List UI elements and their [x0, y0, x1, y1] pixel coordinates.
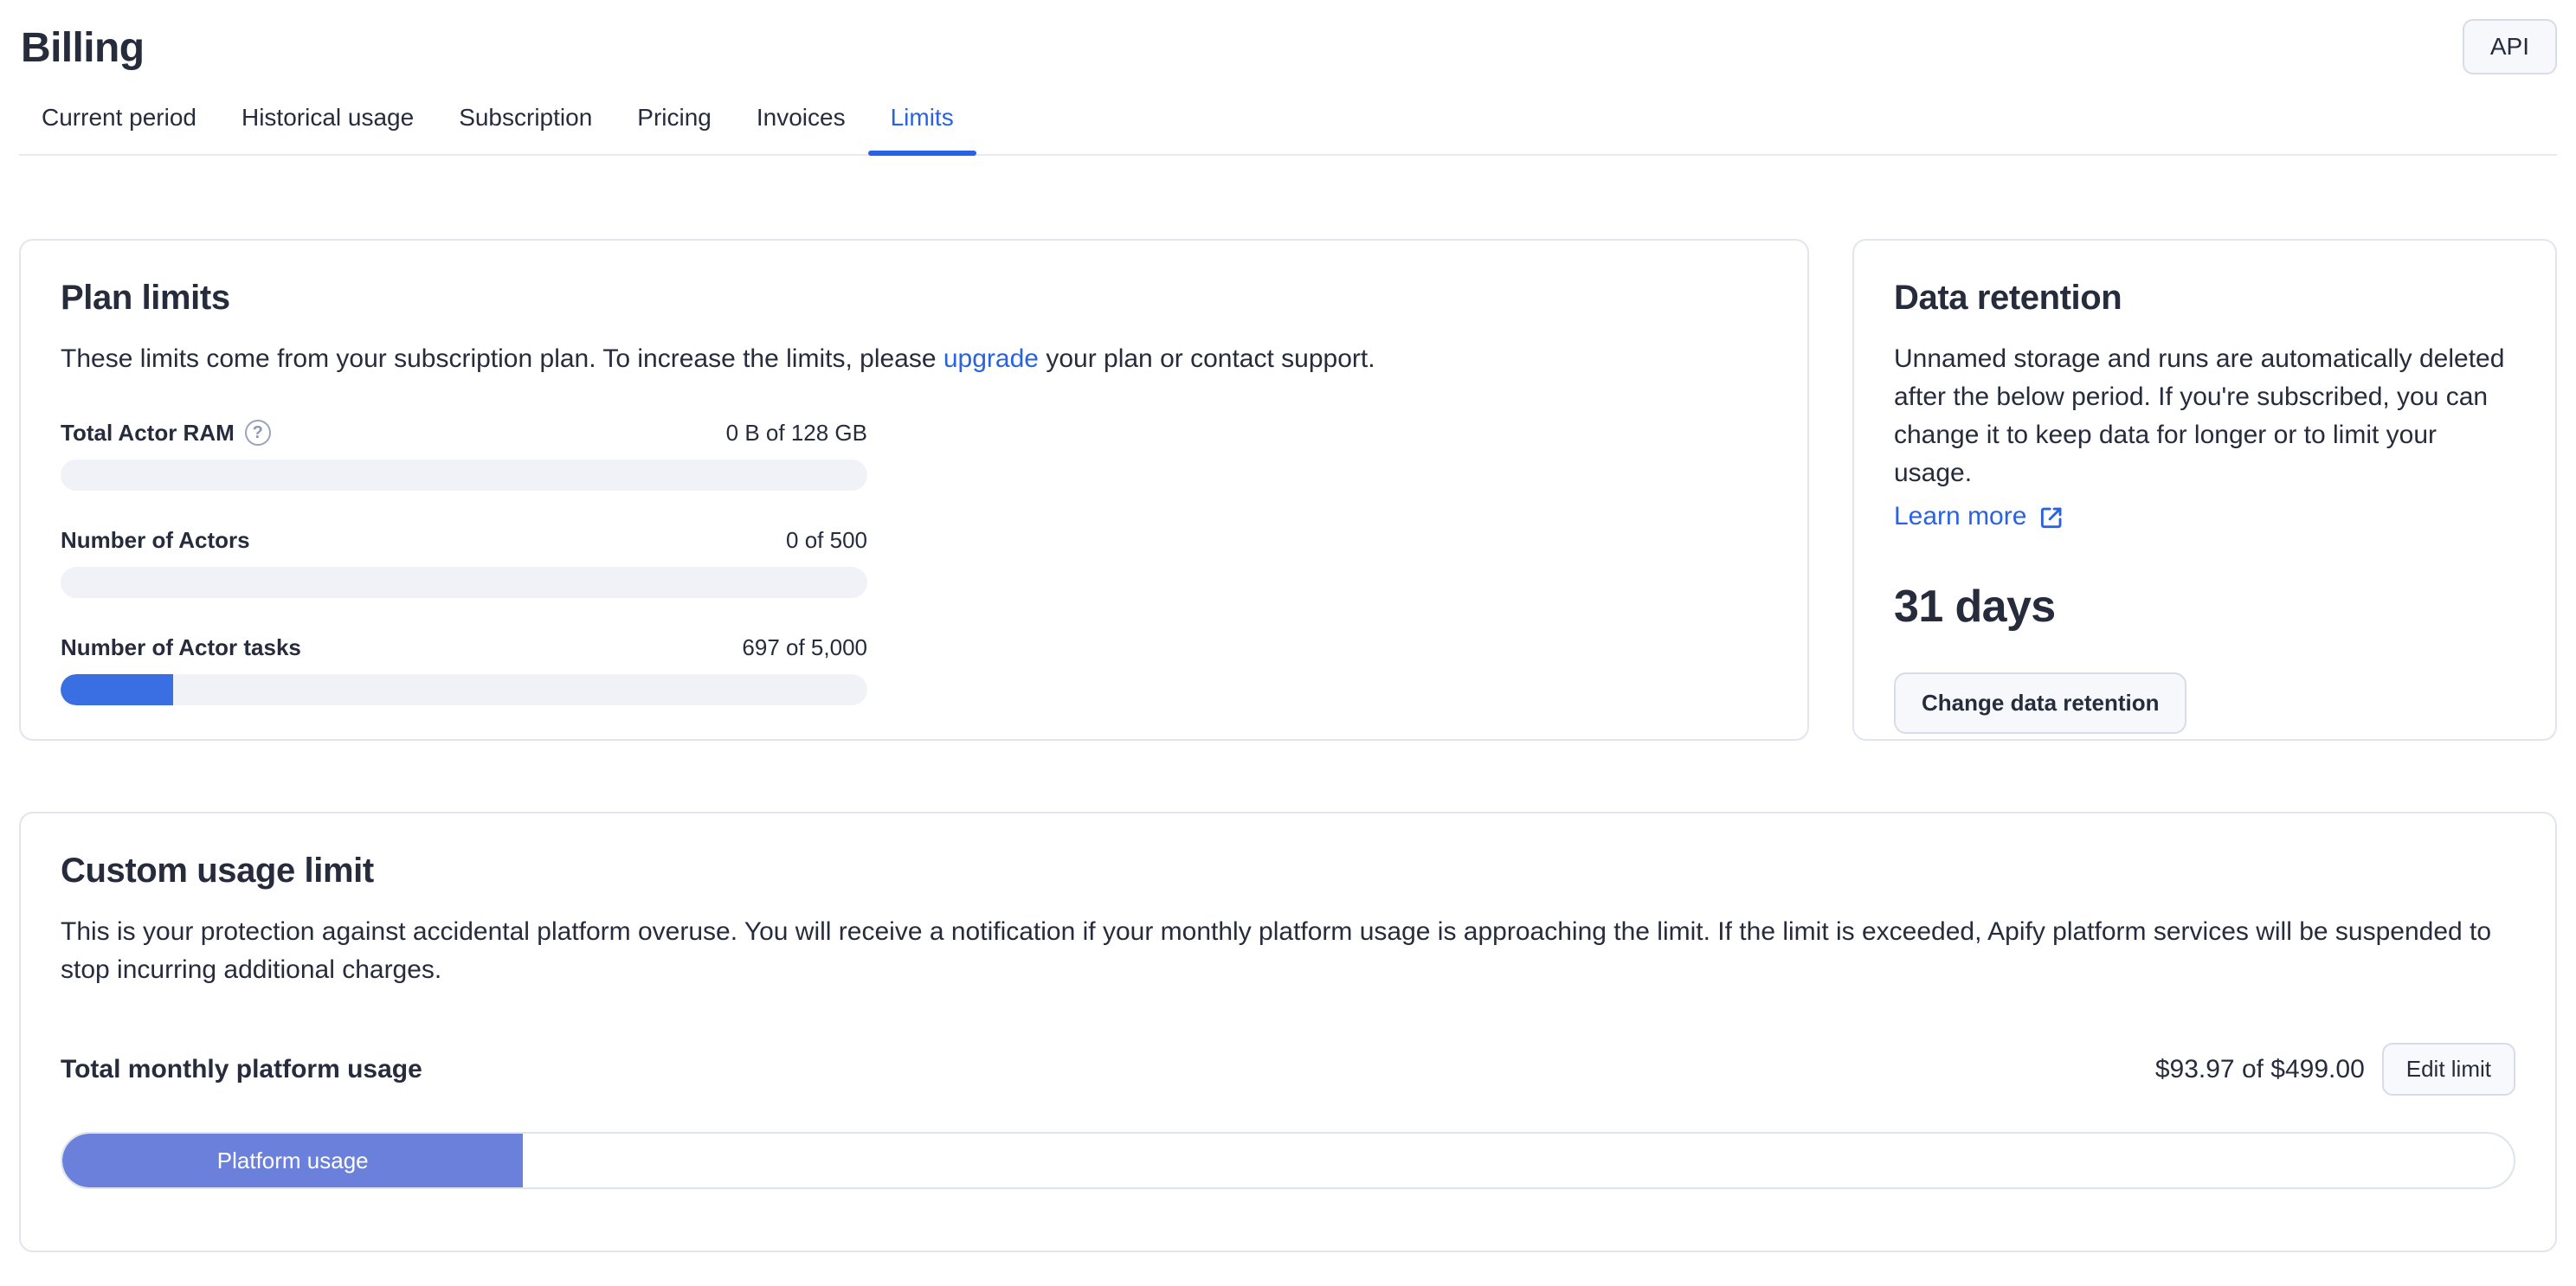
progress-track — [61, 460, 867, 491]
retention-period-value: 31 days — [1894, 581, 2515, 633]
help-icon[interactable]: ? — [245, 420, 271, 446]
edit-limit-button[interactable]: Edit limit — [2382, 1043, 2515, 1096]
external-link-icon[interactable] — [2038, 504, 2064, 530]
learn-more-link[interactable]: Learn more — [1894, 498, 2026, 536]
limit-value: 697 of 5,000 — [742, 634, 867, 660]
custom-usage-description: This is your protection against accident… — [61, 913, 2515, 989]
tab-current-period[interactable]: Current period — [19, 104, 219, 154]
platform-usage-fill: Platform usage — [62, 1134, 523, 1187]
plan-limits-title: Plan limits — [61, 279, 1768, 318]
page-title: Billing — [21, 24, 144, 72]
change-data-retention-button[interactable]: Change data retention — [1894, 672, 2186, 734]
limit-label: Total Actor RAM — [61, 420, 235, 446]
billing-page: Billing API Current period Historical us… — [0, 0, 2576, 1286]
usage-value: $93.97 of $499.00 — [2155, 1055, 2365, 1084]
page-header: Billing API — [19, 0, 2557, 74]
data-retention-description: Unnamed storage and runs are automatical… — [1894, 340, 2515, 492]
usage-label: Total monthly platform usage — [61, 1055, 422, 1084]
tab-limits[interactable]: Limits — [868, 104, 976, 154]
billing-tabs: Current period Historical usage Subscrip… — [19, 104, 2557, 156]
upgrade-link[interactable]: upgrade — [943, 344, 1039, 373]
limit-row-actors: Number of Actors 0 of 500 — [61, 527, 867, 598]
platform-usage-track: Platform usage — [61, 1132, 2515, 1189]
limit-label: Number of Actor tasks — [61, 634, 301, 660]
tab-subscription[interactable]: Subscription — [436, 104, 615, 154]
limits-list: Total Actor RAM ? 0 B of 128 GB Number o… — [61, 420, 867, 705]
limit-value: 0 of 500 — [786, 527, 867, 553]
progress-track — [61, 674, 867, 705]
description-text: your plan or contact support. — [1039, 344, 1375, 373]
tab-pricing[interactable]: Pricing — [615, 104, 734, 154]
tab-historical-usage[interactable]: Historical usage — [219, 104, 436, 154]
limit-row-actor-ram: Total Actor RAM ? 0 B of 128 GB — [61, 420, 867, 491]
tab-invoices[interactable]: Invoices — [734, 104, 868, 154]
platform-usage-label: Platform usage — [217, 1148, 369, 1174]
custom-usage-limit-card: Custom usage limit This is your protecti… — [19, 812, 2557, 1252]
limit-value: 0 B of 128 GB — [726, 420, 867, 446]
plan-limits-card: Plan limits These limits come from your … — [19, 239, 1809, 741]
data-retention-title: Data retention — [1894, 279, 2515, 318]
progress-fill — [61, 674, 173, 705]
limit-row-actor-tasks: Number of Actor tasks 697 of 5,000 — [61, 634, 867, 705]
description-text: These limits come from your subscription… — [61, 344, 943, 373]
usage-header-row: Total monthly platform usage $93.97 of $… — [61, 1043, 2515, 1096]
api-button[interactable]: API — [2463, 19, 2557, 74]
progress-track — [61, 567, 867, 598]
data-retention-card: Data retention Unnamed storage and runs … — [1852, 239, 2557, 741]
cards-row: Plan limits These limits come from your … — [19, 239, 2557, 741]
plan-limits-description: These limits come from your subscription… — [61, 340, 1768, 378]
custom-usage-title: Custom usage limit — [61, 852, 2515, 891]
limit-label: Number of Actors — [61, 527, 250, 553]
